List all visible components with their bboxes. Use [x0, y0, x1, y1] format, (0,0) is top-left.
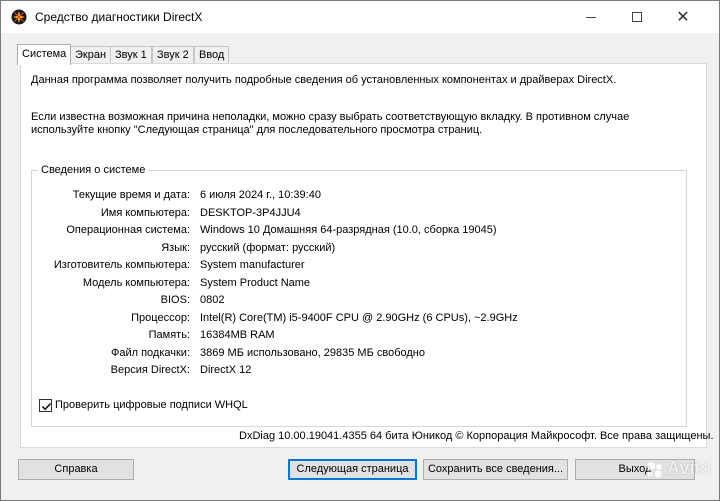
info-row-language: Язык: русский (формат: русский) [32, 242, 672, 256]
info-label: Модель компьютера: [82, 276, 190, 289]
info-value: 6 июля 2024 г., 10:39:40 [200, 189, 321, 201]
info-label: Текущие время и дата: [72, 189, 190, 201]
intro-text: Данная программа позволяет получить подр… [31, 74, 617, 86]
info-value: DESKTOP-3P4JJU4 [200, 206, 301, 219]
info-value: DirectX 12 [200, 364, 252, 376]
info-row-processor: Процессор: Intel(R) Core(TM) i5-9400F CP… [32, 312, 672, 326]
info-label: Язык: [161, 241, 190, 254]
copyright-text: DxDiag 10.00.19041.4355 64 бита Юникод ©… [239, 430, 714, 442]
close-button[interactable]: ✕ [660, 1, 706, 33]
info-row-os: Операционная система: Windows 10 Домашня… [32, 224, 672, 238]
minimize-icon [586, 16, 596, 18]
maximize-icon [632, 12, 642, 22]
title-bar[interactable]: Средство диагностики DirectX ✕ [1, 1, 719, 33]
system-info-group: Сведения о системе Текущие время и дата:… [31, 164, 687, 427]
info-label: Версия DirectX: [110, 364, 190, 376]
tab-system[interactable]: Система [17, 44, 72, 65]
save-all-info-button[interactable]: Сохранить все сведения... [423, 459, 568, 480]
system-info-legend: Сведения о системе [38, 164, 149, 176]
info-value: 3869 МБ использовано, 29835 МБ свободно [200, 346, 425, 359]
maximize-button[interactable] [614, 1, 660, 33]
info-label: Операционная система: [66, 224, 190, 236]
info-label: Имя компьютера: [100, 206, 190, 219]
whql-checkbox-label: Проверить цифровые подписи WHQL [55, 399, 248, 411]
info-row-model: Модель компьютера: System Product Name [32, 277, 672, 291]
exit-button[interactable]: Выход [575, 459, 695, 480]
tab-panel-system: Данная программа позволяет получить подр… [20, 63, 707, 448]
dxdiag-window: Средство диагностики DirectX ✕ Система Э… [0, 0, 720, 501]
info-label: Файл подкачки: [110, 346, 190, 359]
tab-sound-2[interactable]: Звук 2 [152, 46, 194, 64]
checkmark-icon [41, 403, 52, 411]
window-title: Средство диагностики DirectX [35, 10, 203, 24]
info-row-manufacturer: Изготовитель компьютера: System manufact… [32, 259, 672, 273]
info-value: Windows 10 Домашняя 64-разрядная (10.0, … [200, 224, 497, 236]
tab-sound-1[interactable]: Звук 1 [110, 46, 152, 64]
info-label: Процессор: [131, 311, 190, 324]
info-value: System manufacturer [200, 259, 305, 271]
info-row-directx-version: Версия DirectX: DirectX 12 [32, 364, 672, 378]
info-value: System Product Name [200, 276, 311, 289]
minimize-button[interactable] [568, 1, 614, 33]
info-value: 16384MB RAM [200, 329, 275, 341]
info-row-page-file: Файл подкачки: 3869 МБ использовано, 298… [32, 347, 672, 361]
info-row-datetime: Текущие время и дата: 6 июля 2024 г., 10… [32, 189, 672, 203]
next-page-button[interactable]: Следующая страница [288, 459, 417, 480]
close-icon: ✕ [676, 9, 690, 26]
info-label: Изготовитель компьютера: [53, 259, 190, 271]
info-row-computer-name: Имя компьютера: DESKTOP-3P4JJU4 [32, 207, 672, 221]
directx-icon [11, 9, 27, 25]
tab-display[interactable]: Экран [70, 46, 112, 64]
whql-checkbox[interactable] [39, 399, 52, 412]
info-row-memory: Память: 16384MB RAM [32, 329, 672, 343]
info-label: BIOS: [160, 294, 190, 306]
info-value: 0802 [200, 294, 225, 306]
info-row-bios: BIOS: 0802 [32, 294, 672, 308]
info-value: русский (формат: русский) [200, 241, 336, 254]
hint-text: Если известна возможная причина неполадк… [31, 111, 630, 136]
help-button[interactable]: Справка [18, 459, 134, 480]
info-value: Intel(R) Core(TM) i5-9400F CPU @ 2.90GHz… [200, 311, 518, 324]
tab-input[interactable]: Ввод [194, 46, 230, 64]
info-label: Память: [148, 329, 190, 341]
